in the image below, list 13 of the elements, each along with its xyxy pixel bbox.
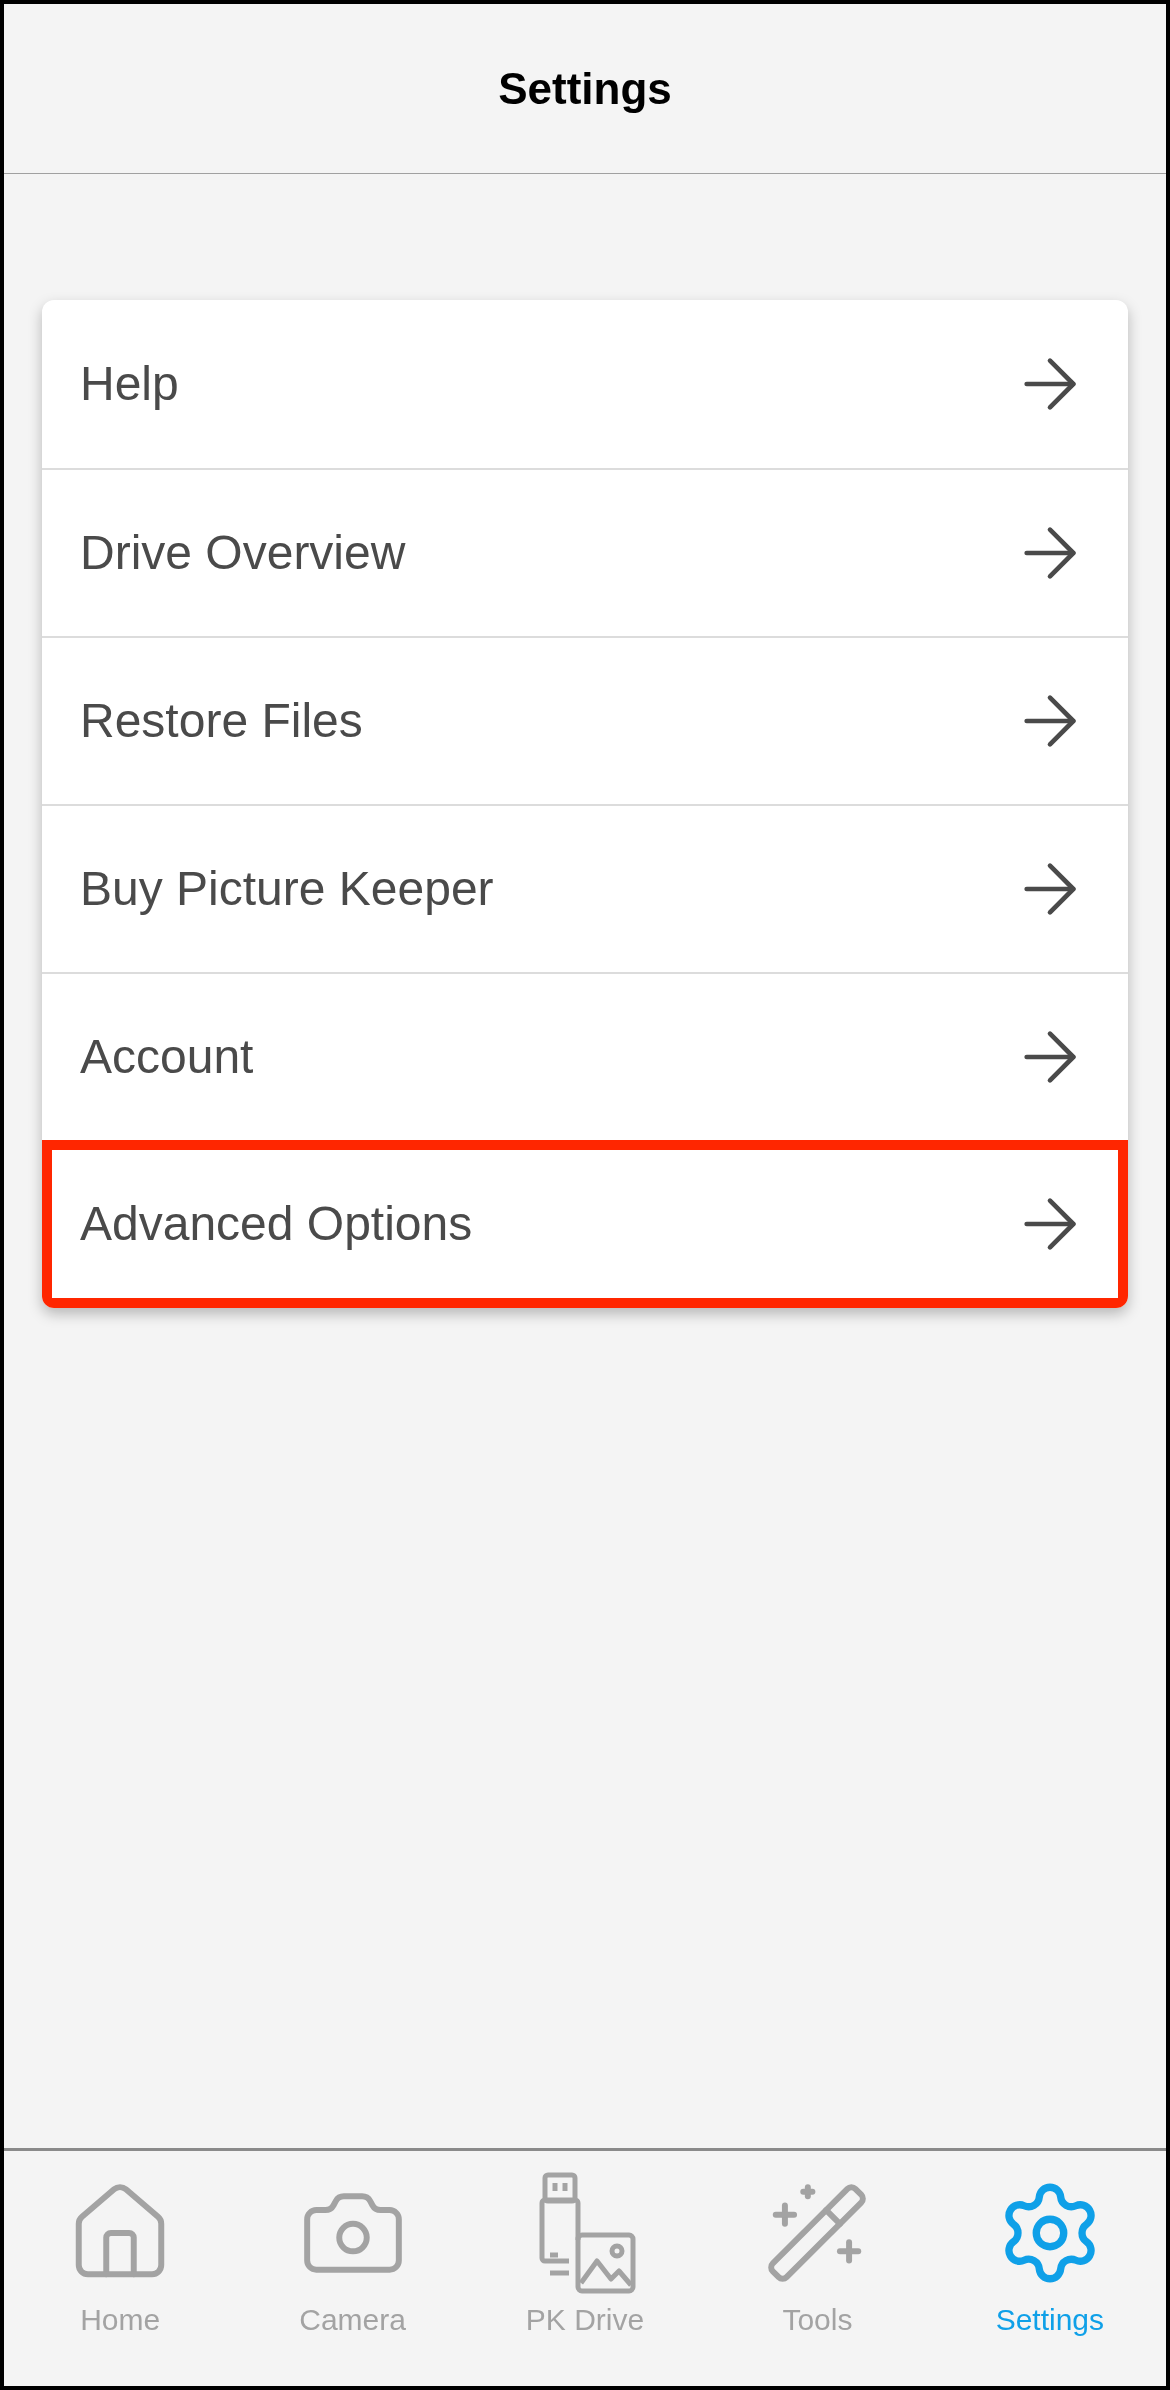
menu-item[interactable]: Account [42, 972, 1128, 1140]
menu-label: Buy Picture Keeper [80, 861, 494, 917]
menu-item[interactable]: Help [42, 300, 1128, 468]
menu-item[interactable]: Buy Picture Keeper [42, 804, 1128, 972]
menu-label: Drive Overview [80, 525, 406, 581]
menu-label: Help [80, 356, 179, 412]
menu-label: Restore Files [80, 693, 363, 749]
menu-label: Account [80, 1029, 254, 1085]
menu-item[interactable]: Drive Overview [42, 468, 1128, 636]
menu-item[interactable]: Advanced Options [42, 1140, 1128, 1308]
menu-label: Advanced Options [80, 1196, 473, 1252]
page-title: Settings [498, 62, 672, 115]
menu-item[interactable]: Restore Files [42, 636, 1128, 804]
